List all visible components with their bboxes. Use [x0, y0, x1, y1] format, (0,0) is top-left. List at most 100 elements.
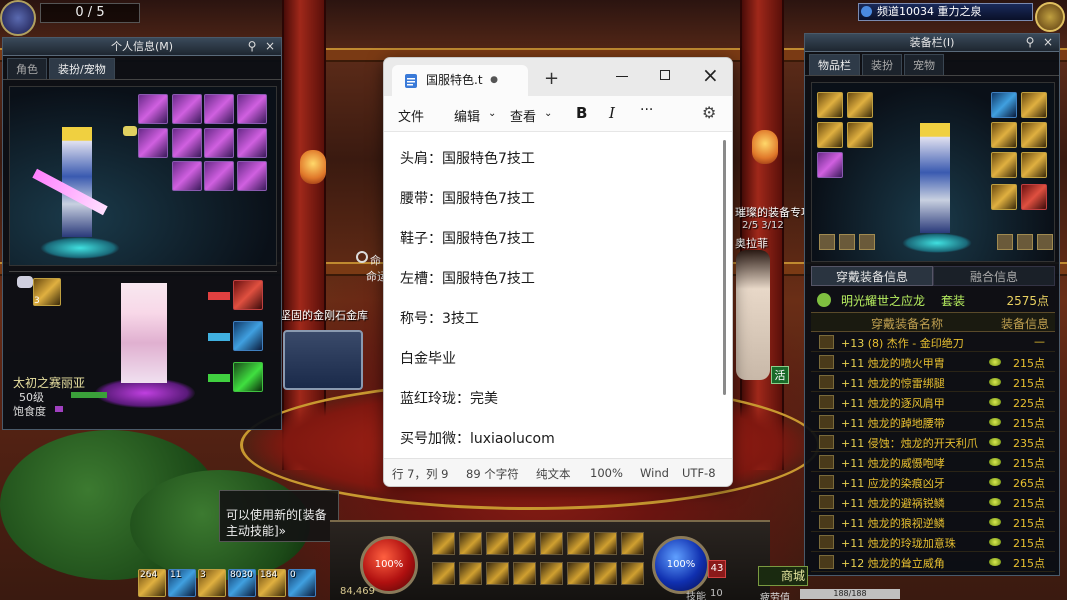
gear-icon[interactable]: ⚙ — [702, 103, 716, 122]
avatar-slot[interactable] — [237, 94, 267, 124]
menu-view[interactable]: 查看 — [510, 106, 536, 125]
activity-button[interactable]: 活 — [771, 366, 789, 384]
tool-icon[interactable] — [819, 234, 835, 250]
avatar-slot[interactable] — [172, 94, 202, 124]
equip-slot[interactable] — [817, 92, 843, 118]
equip-slot[interactable] — [847, 122, 873, 148]
equip-row[interactable]: +11 应龙的染痕凶牙 265点 — [811, 472, 1055, 492]
skill-slot[interactable] — [621, 562, 644, 585]
skill-slot[interactable] — [486, 532, 509, 555]
pet-slot-3[interactable] — [233, 362, 263, 392]
equip-slot[interactable] — [1021, 122, 1047, 148]
channel-selector[interactable]: 频道10034 重力之泉 — [858, 3, 1033, 21]
skill-slot[interactable] — [432, 562, 455, 585]
npc-figure[interactable] — [736, 250, 770, 380]
close-button[interactable]: × — [702, 63, 719, 87]
tool-icon[interactable] — [859, 234, 875, 250]
skill-slot[interactable] — [594, 532, 617, 555]
equip-slot[interactable] — [1021, 152, 1047, 178]
tool-icon[interactable] — [839, 234, 855, 250]
link-icon[interactable] — [123, 126, 137, 136]
equip-slot[interactable] — [847, 92, 873, 118]
skill-slot[interactable] — [459, 562, 482, 585]
treasure-chest[interactable] — [283, 330, 363, 390]
bold-icon[interactable]: B — [576, 104, 587, 122]
equip-row[interactable]: +12 烛龙的耸立威角 215点 — [811, 552, 1055, 572]
tab-fusion-info[interactable]: 融合信息 — [933, 266, 1055, 286]
equip-slot[interactable] — [817, 152, 843, 178]
skill-slot[interactable] — [432, 532, 455, 555]
pet-link-icon[interactable] — [17, 276, 33, 288]
item-slot[interactable]: 3 — [198, 569, 226, 597]
notepad-text-area[interactable]: 头肩：国服特色7技工 腰带：国服特色7技工 鞋子：国服特色7技工 左槽：国服特色… — [384, 132, 732, 458]
avatar-slot[interactable] — [172, 161, 202, 191]
equip-row[interactable]: +11 烛龙的逐风肩甲 225点 — [811, 392, 1055, 412]
equip-row[interactable]: +11 烛龙的惊雷绑腿 215点 — [811, 372, 1055, 392]
equip-slot[interactable] — [817, 122, 843, 148]
tool-icon[interactable] — [1037, 234, 1053, 250]
minimize-button[interactable] — [616, 76, 628, 77]
plus-icon[interactable]: + — [544, 68, 559, 89]
skill-slot[interactable] — [621, 532, 644, 555]
shop-button[interactable]: 商城 — [758, 566, 808, 586]
avatar-slot[interactable] — [204, 161, 234, 191]
npc-name[interactable]: 奥拉菲 — [735, 235, 768, 251]
equip-row[interactable]: +13 (8) 杰作 - 金印绝刀 — — [811, 332, 1055, 352]
equip-slot[interactable] — [991, 152, 1017, 178]
equip-slot[interactable] — [1021, 184, 1047, 210]
skill-slot[interactable] — [594, 562, 617, 585]
equip-row[interactable]: +11 烛龙的威慑咆哮 215点 — [811, 452, 1055, 472]
avatar-slot[interactable] — [237, 128, 267, 158]
equip-row[interactable]: +11 烛龙的避祸锐鳞 215点 — [811, 492, 1055, 512]
character-portrait[interactable] — [0, 0, 36, 36]
skill-slot[interactable] — [513, 562, 536, 585]
menu-edit[interactable]: 编辑 — [454, 106, 480, 125]
avatar-slot[interactable] — [138, 94, 168, 124]
menu-file[interactable]: 文件 — [398, 106, 424, 125]
zoom-level[interactable]: 100% — [590, 466, 623, 480]
item-slot[interactable]: 8030 — [228, 569, 256, 597]
item-slot[interactable]: 264 — [138, 569, 166, 597]
item-slot[interactable]: 11 — [168, 569, 196, 597]
skill-slot[interactable] — [567, 562, 590, 585]
avatar-slot[interactable] — [138, 128, 168, 158]
equip-row[interactable]: +11 烛龙的喷火甲胄 215点 — [811, 352, 1055, 372]
skill-slot[interactable] — [486, 562, 509, 585]
skill-slot[interactable] — [540, 532, 563, 555]
tab-worn-info[interactable]: 穿戴装备信息 — [811, 266, 933, 286]
equip-row[interactable]: +11 侵蚀：烛龙的开天利爪 235点 — [811, 432, 1055, 452]
skill-slot[interactable] — [540, 562, 563, 585]
equip-slot[interactable] — [1021, 92, 1047, 118]
document-tab[interactable]: 国服特色.t ● — [392, 65, 528, 96]
pet-slot-1[interactable] — [233, 280, 263, 310]
pet-slot-2[interactable] — [233, 321, 263, 351]
equip-row[interactable]: +11 烛龙的玲珑加意珠 215点 — [811, 532, 1055, 552]
maximize-button[interactable] — [660, 70, 670, 80]
skill-slot[interactable] — [513, 532, 536, 555]
tab-avatar-pet[interactable]: 装扮/宠物 — [49, 58, 115, 79]
avatar-slot[interactable] — [204, 128, 234, 158]
equip-slot[interactable] — [991, 92, 1017, 118]
close-icon[interactable]: × — [1041, 36, 1055, 50]
equip-slot[interactable] — [991, 184, 1017, 210]
tab-inventory[interactable]: 物品栏 — [809, 54, 860, 75]
tool-icon[interactable] — [997, 234, 1013, 250]
tool-icon[interactable] — [1017, 234, 1033, 250]
skill-slot[interactable] — [567, 532, 590, 555]
equip-row[interactable]: +11 烛龙的狼视逆鳞 215点 — [811, 512, 1055, 532]
item-slot[interactable]: 0 — [288, 569, 316, 597]
tab-character[interactable]: 角色 — [7, 58, 47, 79]
equip-row[interactable]: +11 烛龙的踔地腰带 215点 — [811, 412, 1055, 432]
tab-avatar[interactable]: 装扮 — [862, 54, 902, 75]
skill-slot[interactable] — [459, 532, 482, 555]
close-icon[interactable]: × — [263, 40, 277, 54]
avatar-slot[interactable] — [204, 94, 234, 124]
more-icon[interactable]: ··· — [640, 102, 653, 118]
avatar-slot[interactable] — [237, 161, 267, 191]
avatar-slot[interactable] — [172, 128, 202, 158]
menu-orb-icon[interactable] — [1035, 2, 1065, 32]
italic-icon[interactable]: I — [609, 104, 615, 122]
tab-pet[interactable]: 宠物 — [904, 54, 944, 75]
item-slot[interactable]: 184 — [258, 569, 286, 597]
pin-icon[interactable]: ⚲ — [245, 40, 259, 54]
